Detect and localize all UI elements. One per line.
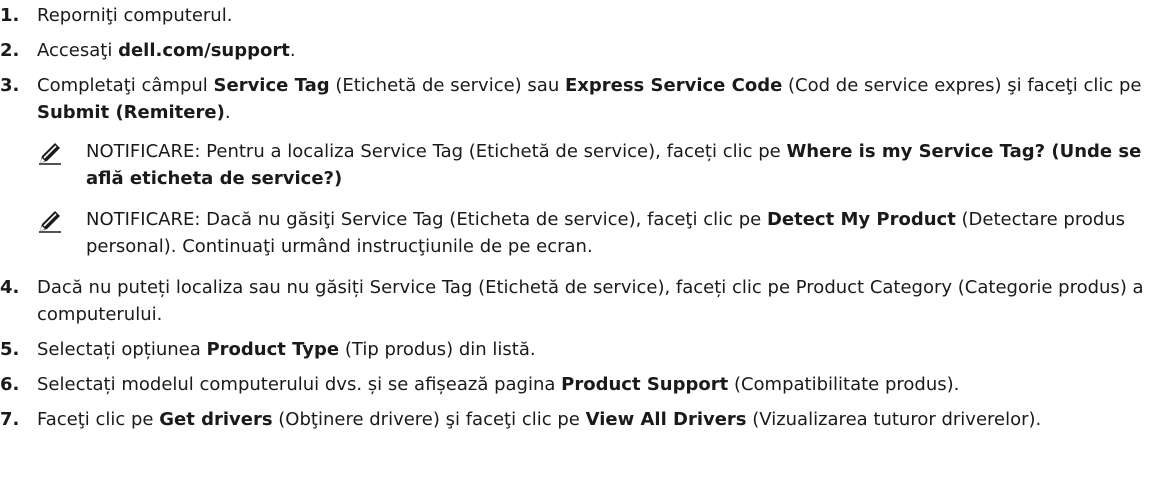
bold-term: Product Type — [206, 339, 340, 360]
step-item: 2. Accesaţi dell.com/support. — [0, 37, 1166, 64]
text-segment: . — [224, 102, 231, 123]
bold-term: Get drivers — [159, 409, 273, 430]
pencil-note-icon — [37, 140, 63, 166]
bold-term: Detect My Product — [766, 209, 956, 230]
step-number: 3. — [0, 75, 20, 96]
text-segment: . — [289, 40, 296, 61]
bold-term: Product Support — [561, 374, 729, 395]
pencil-note-icon — [37, 208, 63, 234]
text-segment: Dacă nu găsiţi Service Tag (Eticheta de … — [200, 209, 767, 230]
note-label: NOTIFICARE: — [86, 209, 201, 230]
note-item: NOTIFICARE: Pentru a localiza Service Ta… — [0, 138, 1166, 192]
text-segment: (Vizualizarea tuturor driverelor). — [746, 409, 1042, 430]
text-segment: (Cod de service expres) şi faceţi clic p… — [782, 75, 1142, 96]
steps-list-part-1: 1. Reporniţi computerul. 2. Accesaţi dell.c… — [0, 2, 1166, 126]
step-number: 7. — [0, 409, 20, 430]
text-segment: Accesaţi — [37, 40, 119, 61]
step-text: Dacă nu puteți localiza sau nu găsiți Se… — [37, 274, 1166, 328]
text-segment: Pentru a localiza Service Tag (Etichetă … — [200, 141, 787, 162]
step-item: 1. Reporniţi computerul. — [0, 2, 1166, 29]
step-number: 2. — [0, 40, 20, 61]
step-number: 6. — [0, 374, 20, 395]
text-segment: (Obţinere drivere) şi faceţi clic pe — [272, 409, 586, 430]
step-item: 5. Selectați opțiunea Product Type (Tip p… — [0, 336, 1166, 363]
bold-term: Express Service Code — [564, 75, 783, 96]
step-item: 3. Completaţi câmpul Service Tag (Etichet… — [0, 72, 1166, 126]
bold-term: Service Tag — [213, 75, 330, 96]
step-text: Selectați opțiunea Product Type (Tip pro… — [37, 336, 1166, 363]
note-text: NOTIFICARE: Dacă nu găsiţi Service Tag (… — [86, 209, 1125, 257]
text-segment: Faceţi clic pe — [37, 409, 160, 430]
step-text: Accesaţi dell.com/support. — [37, 37, 1166, 64]
step-item: 6. Selectați modelul computerului dvs. și… — [0, 371, 1166, 398]
step-number: 4. — [0, 277, 20, 298]
text-segment: (Compatibilitate produs). — [728, 374, 960, 395]
notes-list: NOTIFICARE: Pentru a localiza Service Ta… — [0, 138, 1166, 260]
step-text: Faceţi clic pe Get drivers (Obţinere dri… — [37, 406, 1166, 433]
text-segment: (Etichetă de service) sau — [329, 75, 565, 96]
instruction-document: 1. Reporniţi computerul. 2. Accesaţi dell.c… — [0, 0, 1166, 433]
bold-term: View All Drivers — [585, 409, 747, 430]
step-number: 5. — [0, 339, 20, 360]
bold-term: dell.com/support — [118, 40, 290, 61]
text-segment: Completaţi câmpul — [37, 75, 214, 96]
note-item: NOTIFICARE: Dacă nu găsiţi Service Tag (… — [0, 206, 1166, 260]
step-number: 1. — [0, 5, 20, 26]
text-segment: Reporniţi computerul. — [37, 5, 233, 26]
note-label: NOTIFICARE: — [86, 141, 201, 162]
text-segment: Selectați opțiunea — [37, 339, 207, 360]
step-text: Completaţi câmpul Service Tag (Etichetă … — [37, 72, 1166, 126]
steps-list-part-2: 4. Dacă nu puteți localiza sau nu găsiți … — [0, 274, 1166, 433]
note-text: NOTIFICARE: Pentru a localiza Service Ta… — [86, 141, 1141, 189]
step-item: 4. Dacă nu puteți localiza sau nu găsiți … — [0, 274, 1166, 328]
text-segment: Selectați modelul computerului dvs. și s… — [37, 374, 562, 395]
step-text: Selectați modelul computerului dvs. și s… — [37, 371, 1166, 398]
bold-term: Submit (Remitere) — [37, 102, 225, 123]
text-segment: Dacă nu puteți localiza sau nu găsiți Se… — [37, 277, 1144, 325]
step-text: Reporniţi computerul. — [37, 2, 1166, 29]
step-item: 7. Faceţi clic pe Get drivers (Obţinere d… — [0, 406, 1166, 433]
text-segment: (Tip produs) din listă. — [339, 339, 536, 360]
